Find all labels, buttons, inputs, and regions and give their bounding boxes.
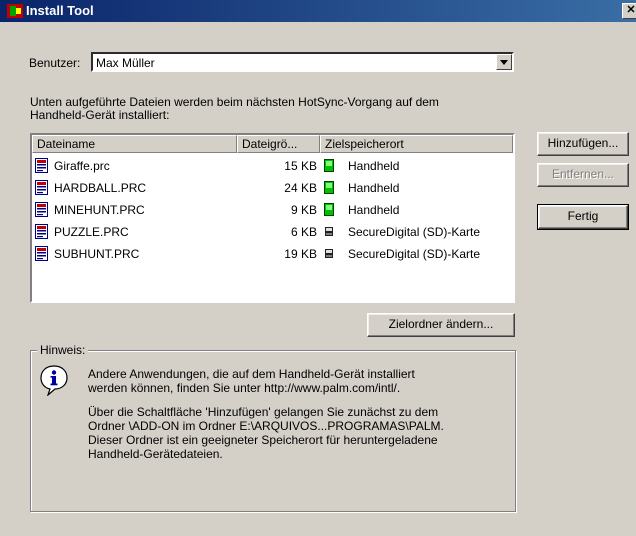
dropdown-arrow-button[interactable]	[496, 54, 512, 70]
column-header-name[interactable]: Dateiname	[32, 135, 237, 153]
file-size: 19 KB	[284, 247, 317, 261]
file-destination: Handheld	[348, 181, 400, 195]
file-list[interactable]: Dateiname Dateigrö... Zielspeicherort Gi…	[30, 133, 515, 303]
change-folder-button[interactable]: Zielordner ändern...	[367, 313, 515, 337]
window-title: Install Tool	[26, 3, 94, 18]
file-name: HARDBALL.PRC	[54, 181, 147, 195]
handheld-icon	[324, 203, 334, 216]
hint-title: Hinweis:	[37, 343, 89, 357]
user-label: Benutzer:	[29, 56, 81, 70]
column-header-destination[interactable]: Zielspeicherort	[320, 135, 513, 153]
user-select[interactable]: Max Müller	[91, 52, 514, 72]
prc-file-icon	[35, 224, 48, 239]
add-button[interactable]: Hinzufügen...	[537, 132, 629, 156]
handheld-icon	[324, 159, 334, 172]
handheld-icon	[324, 181, 334, 194]
intro-line-1: Unten aufgeführte Dateien werden beim nä…	[30, 95, 439, 109]
sd-card-icon	[325, 249, 333, 258]
file-destination: SecureDigital (SD)-Karte	[348, 225, 481, 239]
file-row[interactable]: MINEHUNT.PRC 9 KB Handheld	[32, 199, 513, 221]
prc-file-icon	[35, 180, 48, 195]
file-destination: SecureDigital (SD)-Karte	[348, 247, 481, 261]
sd-card-icon	[325, 227, 333, 236]
title-bar[interactable]: Install Tool ✕	[0, 0, 636, 22]
prc-file-icon	[35, 202, 48, 217]
hint-text-2d: Handheld-Gerätedateien.	[88, 447, 223, 461]
prc-file-icon	[35, 158, 48, 173]
file-destination: Handheld	[348, 159, 400, 173]
file-row[interactable]: SUBHUNT.PRC 19 KB SecureDigital (SD)-Karte	[32, 243, 513, 265]
hint-text-2a: Über die Schaltfläche 'Hinzufügen' gelan…	[88, 405, 439, 419]
file-size: 9 KB	[290, 203, 317, 217]
file-name: SUBHUNT.PRC	[54, 247, 140, 261]
install-tool-window: Install Tool ✕ Benutzer: Max Müller Unte…	[0, 0, 636, 536]
user-select-value: Max Müller	[96, 56, 155, 70]
file-size: 15 KB	[284, 159, 317, 173]
prc-file-icon	[35, 246, 48, 261]
file-row[interactable]: Giraffe.prc 15 KB Handheld	[32, 155, 513, 177]
hint-text-1a: Andere Anwendungen, die auf dem Handheld…	[88, 367, 415, 381]
file-name: MINEHUNT.PRC	[54, 203, 145, 217]
file-destination: Handheld	[348, 203, 400, 217]
file-row[interactable]: PUZZLE.PRC 6 KB SecureDigital (SD)-Karte	[32, 221, 513, 243]
file-size: 24 KB	[284, 181, 317, 195]
hint-text-1b: werden können, finden Sie unter http://w…	[88, 381, 401, 395]
hint-text-2c: Dieser Ordner ist ein geeigneter Speiche…	[88, 433, 438, 447]
intro-line-2: Handheld-Gerät installiert:	[30, 108, 170, 122]
done-button[interactable]: Fertig	[537, 204, 629, 230]
column-header-size[interactable]: Dateigrö...	[237, 135, 320, 153]
remove-button[interactable]: Entfernen...	[537, 163, 629, 187]
file-size: 6 KB	[290, 225, 317, 239]
file-name: Giraffe.prc	[54, 159, 110, 173]
file-row[interactable]: HARDBALL.PRC 24 KB Handheld	[32, 177, 513, 199]
chevron-down-icon	[500, 60, 508, 65]
close-button[interactable]: ✕	[622, 3, 636, 19]
hint-text-2b: Ordner \ADD-ON im Ordner E:\ARQUIVOS...P…	[88, 419, 444, 433]
palm-app-icon	[7, 4, 23, 18]
file-name: PUZZLE.PRC	[54, 225, 129, 239]
info-icon	[40, 365, 68, 396]
